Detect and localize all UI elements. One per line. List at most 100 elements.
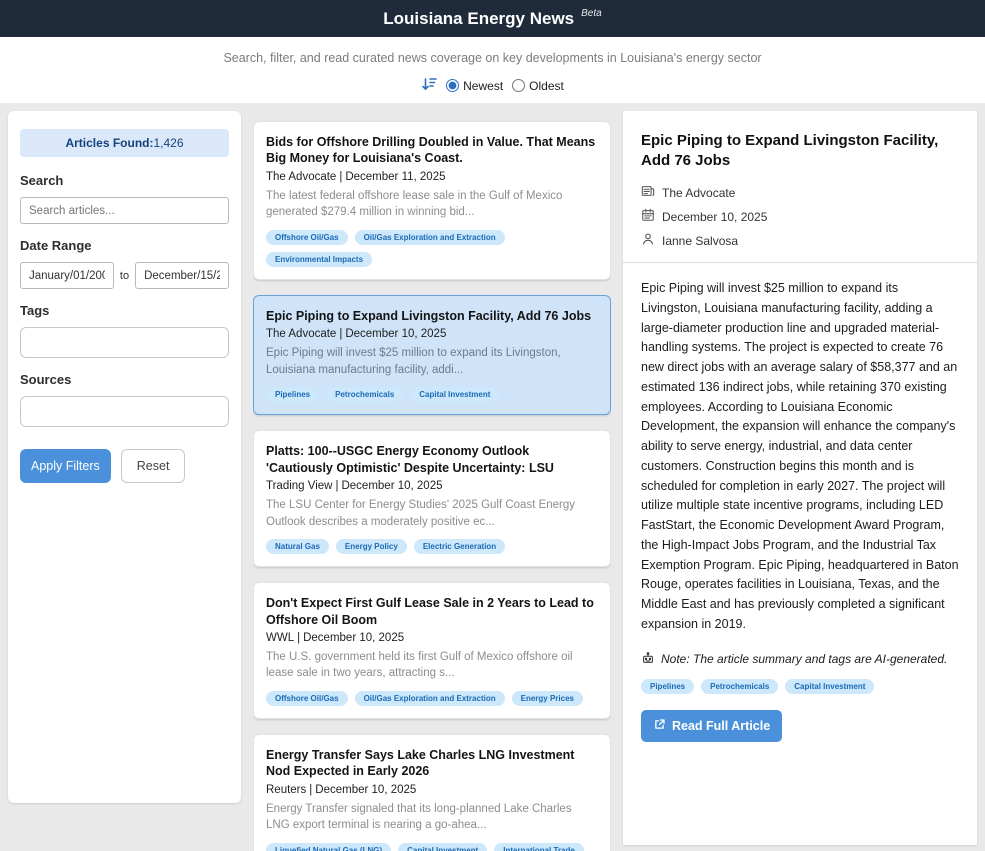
- tag: Offshore Oil/Gas: [266, 230, 348, 245]
- article-tags: Offshore Oil/Gas Oil/Gas Exploration and…: [266, 691, 598, 706]
- external-link-icon: [653, 718, 666, 734]
- detail-title: Epic Piping to Expand Livingston Facilit…: [641, 131, 959, 170]
- detail-source-row: The Advocate: [641, 184, 959, 201]
- meta-separator: |: [297, 632, 300, 644]
- sort-option-oldest: Oldest: [512, 79, 564, 93]
- read-full-article-button[interactable]: Read Full Article: [641, 710, 782, 742]
- sort-controls: Newest Oldest: [0, 76, 985, 95]
- article-meta: Trading View|December 10, 2025: [266, 480, 598, 492]
- article-card[interactable]: Platts: 100--USGC Energy Economy Outlook…: [253, 430, 611, 567]
- sources-input[interactable]: [20, 396, 229, 427]
- person-icon: [641, 232, 655, 249]
- article-title: Epic Piping to Expand Livingston Facilit…: [266, 308, 598, 324]
- ai-note-text: Note: The article summary and tags are A…: [661, 652, 947, 666]
- sort-option-newest: Newest: [446, 79, 503, 93]
- tag: Oil/Gas Exploration and Extraction: [355, 230, 505, 245]
- beta-badge: Beta: [581, 8, 602, 19]
- article-card[interactable]: Bids for Offshore Drilling Doubled in Va…: [253, 121, 611, 280]
- read-full-article-label: Read Full Article: [672, 719, 770, 733]
- main-content: Articles Found:1,426 Search Date Range t…: [0, 103, 985, 851]
- tag: Electric Generation: [414, 539, 505, 554]
- article-detail-panel: Epic Piping to Expand Livingston Facilit…: [623, 111, 977, 845]
- tag: Capital Investment: [785, 679, 874, 694]
- date-range-row: to: [20, 262, 229, 289]
- search-label: Search: [20, 173, 229, 188]
- article-title: Platts: 100--USGC Energy Economy Outlook…: [266, 443, 598, 476]
- article-card[interactable]: Energy Transfer Says Lake Charles LNG In…: [253, 734, 611, 851]
- article-meta: The Advocate|December 10, 2025: [266, 328, 598, 340]
- app-title: Louisiana Energy News: [383, 9, 574, 29]
- date-to-input[interactable]: [135, 262, 229, 289]
- detail-body: Epic Piping will invest $25 million to e…: [641, 279, 959, 635]
- filter-buttons: Apply Filters Reset: [20, 449, 229, 483]
- article-date: December 10, 2025: [303, 632, 404, 644]
- article-snippet: Epic Piping will invest $25 million to e…: [266, 345, 598, 378]
- article-meta: WWL|December 10, 2025: [266, 632, 598, 644]
- calendar-icon: [641, 208, 655, 225]
- tags-label: Tags: [20, 303, 229, 318]
- tag: Oil/Gas Exploration and Extraction: [355, 691, 505, 706]
- article-meta: Reuters|December 10, 2025: [266, 784, 598, 796]
- tag: Offshore Oil/Gas: [266, 691, 348, 706]
- filter-sidebar: Articles Found:1,426 Search Date Range t…: [8, 111, 241, 803]
- robot-icon: [641, 651, 655, 668]
- tag: Natural Gas: [266, 539, 329, 554]
- article-card-selected[interactable]: Epic Piping to Expand Livingston Facilit…: [253, 295, 611, 416]
- tag: Pipelines: [641, 679, 694, 694]
- meta-separator: |: [309, 784, 312, 796]
- sort-radio-oldest[interactable]: [512, 79, 525, 92]
- article-tags: Pipelines Petrochemicals Capital Investm…: [266, 387, 598, 402]
- article-source: Trading View: [266, 480, 332, 492]
- tags-input[interactable]: [20, 327, 229, 358]
- article-snippet: The LSU Center for Energy Studies' 2025 …: [266, 497, 598, 530]
- search-input[interactable]: [20, 197, 229, 224]
- article-source: The Advocate: [266, 171, 336, 183]
- newspaper-icon: [641, 184, 655, 201]
- article-date: December 10, 2025: [341, 480, 442, 492]
- article-tags: Offshore Oil/Gas Oil/Gas Exploration and…: [266, 230, 598, 267]
- article-title: Energy Transfer Says Lake Charles LNG In…: [266, 747, 598, 780]
- tag: Pipelines: [266, 387, 319, 402]
- article-source: The Advocate: [266, 328, 336, 340]
- articles-found-badge: Articles Found:1,426: [20, 129, 229, 157]
- date-separator: to: [120, 270, 129, 282]
- detail-source: The Advocate: [662, 186, 735, 200]
- article-title: Bids for Offshore Drilling Doubled in Va…: [266, 134, 598, 167]
- date-range-label: Date Range: [20, 238, 229, 253]
- sort-radio-newest[interactable]: [446, 79, 459, 92]
- detail-date-row: December 10, 2025: [641, 208, 959, 225]
- apply-filters-button[interactable]: Apply Filters: [20, 449, 111, 483]
- article-source: WWL: [266, 632, 294, 644]
- article-meta: The Advocate|December 11, 2025: [266, 171, 598, 183]
- sort-icon: [421, 76, 437, 95]
- tag: Energy Prices: [512, 691, 583, 706]
- sources-label: Sources: [20, 372, 229, 387]
- article-date: December 10, 2025: [345, 328, 446, 340]
- date-from-input[interactable]: [20, 262, 114, 289]
- detail-divider: [623, 262, 977, 263]
- subtitle: Search, filter, and read curated news co…: [0, 51, 985, 65]
- tag: Petrochemicals: [326, 387, 403, 402]
- app-header: Louisiana Energy News Beta: [0, 0, 985, 37]
- articles-found-label: Articles Found:: [65, 136, 153, 150]
- tag: Petrochemicals: [701, 679, 778, 694]
- detail-author: Ianne Salvosa: [662, 234, 738, 248]
- tag: Energy Policy: [336, 539, 407, 554]
- sort-label-oldest: Oldest: [529, 79, 564, 93]
- meta-separator: |: [339, 328, 342, 340]
- article-title: Don't Expect First Gulf Lease Sale in 2 …: [266, 595, 598, 628]
- article-card[interactable]: Don't Expect First Gulf Lease Sale in 2 …: [253, 582, 611, 719]
- tag: Capital Investment: [410, 387, 499, 402]
- article-snippet: The U.S. government held its first Gulf …: [266, 649, 598, 682]
- reset-button[interactable]: Reset: [121, 449, 186, 483]
- article-source: Reuters: [266, 784, 306, 796]
- detail-tags: Pipelines Petrochemicals Capital Investm…: [641, 679, 959, 694]
- detail-date: December 10, 2025: [662, 210, 767, 224]
- sort-label-newest: Newest: [463, 79, 503, 93]
- article-tags: Natural Gas Energy Policy Electric Gener…: [266, 539, 598, 554]
- detail-author-row: Ianne Salvosa: [641, 232, 959, 249]
- ai-note: Note: The article summary and tags are A…: [641, 651, 959, 668]
- top-band: Search, filter, and read curated news co…: [0, 37, 985, 103]
- tag: Environmental Impacts: [266, 252, 372, 267]
- article-snippet: Energy Transfer signaled that its long-p…: [266, 801, 598, 834]
